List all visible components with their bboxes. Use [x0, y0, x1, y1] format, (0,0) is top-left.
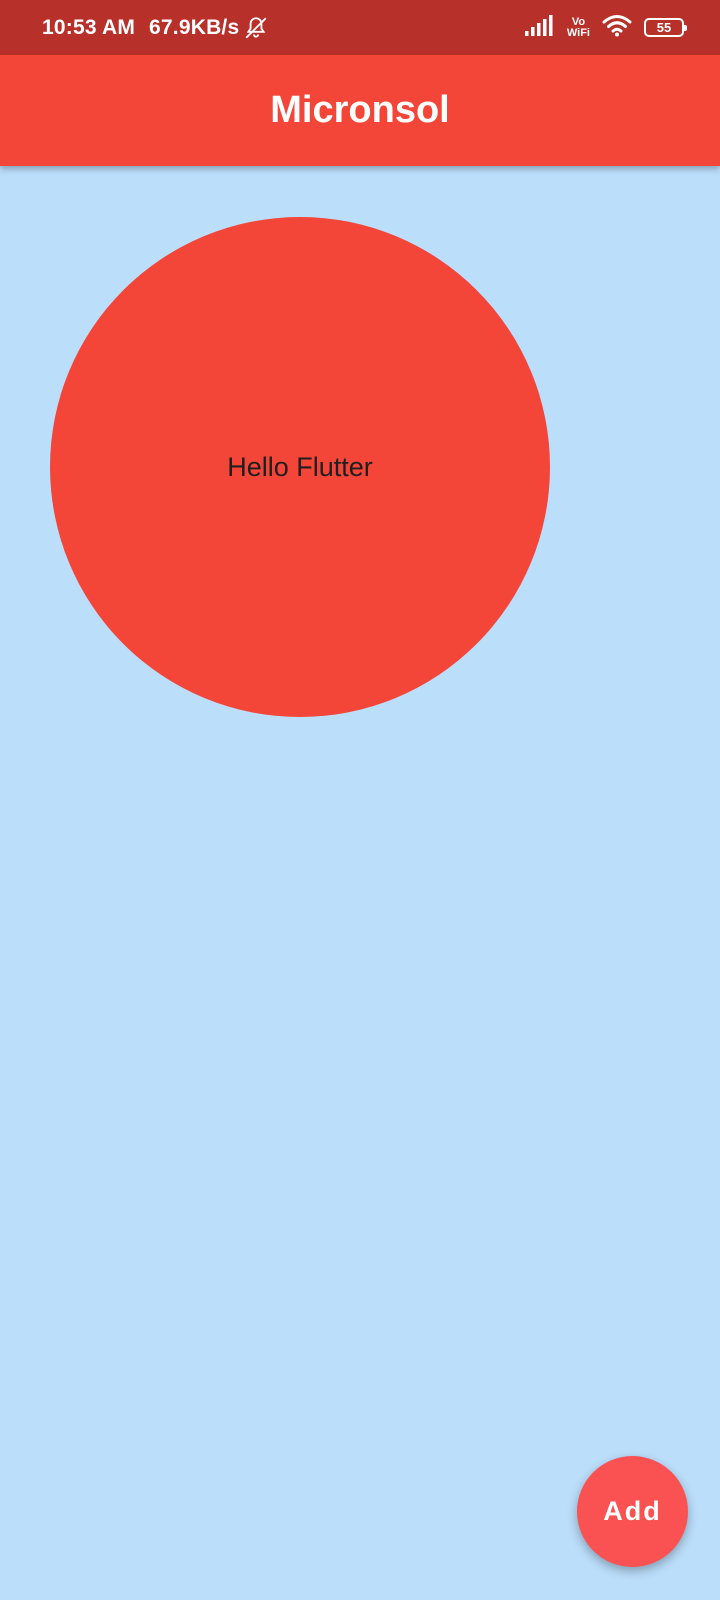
circle-text: Hello Flutter [227, 451, 373, 482]
status-right: Vo WiFi 55 [524, 0, 687, 55]
vowifi-top: Vo [571, 15, 586, 28]
add-button-label: Add [603, 1496, 662, 1526]
bell-off-icon [243, 15, 269, 41]
battery-icon: 55 [644, 18, 687, 37]
status-left: 10:53 AM 67.9KB/s [42, 0, 269, 55]
app-bar: Micronsol [0, 55, 720, 166]
vowifi-bottom: WiFi [566, 26, 590, 39]
app-title: Micronsol [270, 89, 450, 131]
hello-circle: Hello Flutter [50, 217, 550, 717]
status-bar: 10:53 AM 67.9KB/s Vo WiFi 55 [0, 0, 720, 55]
network-speed: 67.9KB/s [149, 15, 240, 39]
wifi-icon [602, 13, 632, 42]
signal-icon [524, 14, 555, 41]
add-button[interactable]: Add [577, 1456, 688, 1567]
battery-level: 55 [656, 20, 672, 35]
vowifi-icon: Vo WiFi [566, 15, 590, 39]
status-time: 10:53 AM [42, 15, 136, 39]
